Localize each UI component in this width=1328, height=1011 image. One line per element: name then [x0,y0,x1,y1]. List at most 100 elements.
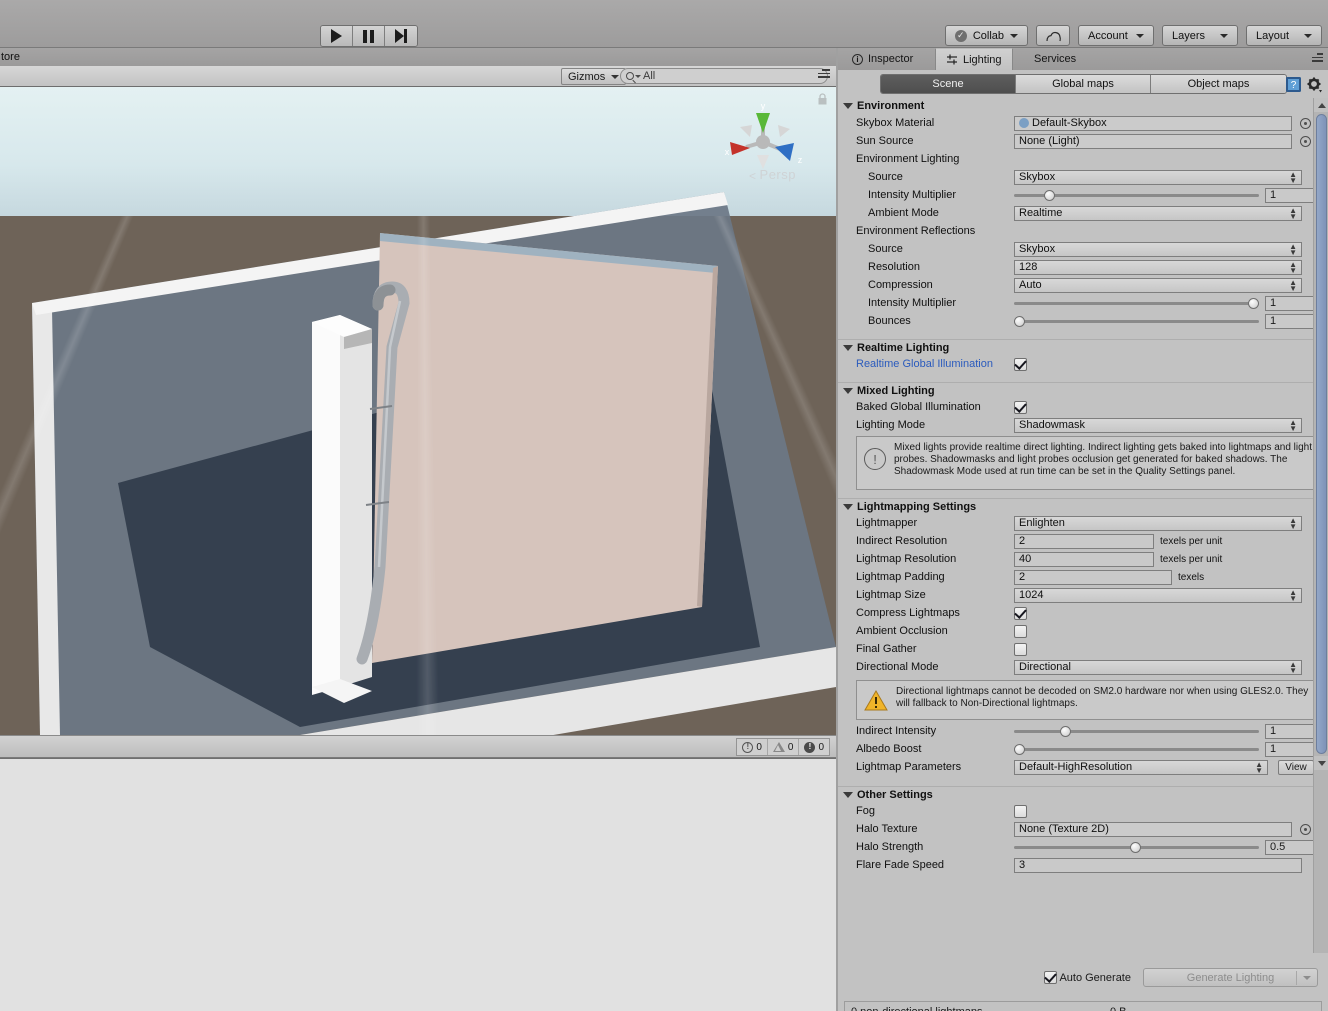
info-counter[interactable]: ! 0 [737,739,768,755]
row-realtime-gi: Realtime Global Illumination [838,355,1328,373]
projection-mode-label[interactable]: Persp [760,167,796,182]
sun-source-field[interactable]: None (Light) [1014,134,1292,149]
slider-knob[interactable] [1248,298,1259,309]
lightmap-parameters-dropdown[interactable]: Default-HighResolution ▲ ▼ [1014,760,1268,775]
directional-mode-dropdown[interactable]: Directional ▲ ▼ [1014,660,1302,675]
er-resolution-dropdown[interactable]: 128 ▲ ▼ [1014,260,1302,275]
scroll-up-button[interactable] [1314,98,1328,112]
mode-tab-scene[interactable]: Scene [881,75,1016,93]
clipped-tab-label[interactable]: tore [1,51,20,63]
generate-lighting-button[interactable]: Generate Lighting [1143,968,1318,987]
lightmap-parameters-view-button[interactable]: View [1278,760,1314,775]
skybox-material-picker-button[interactable] [1300,118,1311,129]
tab-lighting-label: Lighting [963,54,1002,66]
realtime-gi-checkbox[interactable] [1014,358,1027,371]
slider-knob[interactable] [1014,316,1025,327]
el-source-dropdown[interactable]: Skybox ▲ ▼ [1014,170,1302,185]
sun-source-picker-button[interactable] [1300,136,1311,147]
tab-services[interactable]: Services [1024,48,1086,70]
mode-tab-object-maps[interactable]: Object maps [1151,75,1286,93]
gizmos-dropdown[interactable]: Gizmos [561,68,626,85]
chevron-down-icon [1220,34,1228,38]
row-er-resolution: Resolution 128 ▲ ▼ [838,258,1328,276]
halo-texture-picker-button[interactable] [1300,824,1311,835]
albedo-boost-value[interactable]: 1 [1265,742,1320,757]
pause-button[interactable] [353,26,385,46]
section-other-settings[interactable]: Other Settings [838,786,1328,802]
play-button[interactable] [321,26,353,46]
updown-arrows-icon: ▲ ▼ [1289,662,1297,674]
sun-source-label: Sun Source [856,135,913,147]
ambient-occlusion-checkbox[interactable] [1014,625,1027,638]
inspector-scrollbar[interactable] [1313,98,1328,953]
tab-lighting[interactable]: Lighting [935,48,1013,70]
chevron-down-icon [843,792,853,798]
el-ambient-dropdown[interactable]: Realtime ▲ ▼ [1014,206,1302,221]
indirect-intensity-value[interactable]: 1 [1265,724,1320,739]
lighting-mode-dropdown[interactable]: Shadowmask ▲ ▼ [1014,418,1302,433]
er-intensity-value[interactable]: 1 [1265,296,1320,311]
scene-viewport[interactable]: y x z < Persp [0,87,836,735]
directional-mode-label: Directional Mode [856,661,939,673]
lightmap-resolution-input[interactable]: 40 [1014,552,1154,567]
halo-texture-field[interactable]: None (Texture 2D) [1014,822,1292,837]
el-intensity-slider[interactable] [1014,188,1259,203]
section-lightmapping[interactable]: Lightmapping Settings [838,498,1328,514]
scene-panel-menu-icon[interactable] [818,69,832,81]
baked-gi-checkbox[interactable] [1014,401,1027,414]
lightmap-size-dropdown[interactable]: 1024 ▲ ▼ [1014,588,1302,603]
flare-fade-input[interactable]: 3 [1014,858,1302,873]
error-counter[interactable]: ! 0 [799,739,829,755]
slider-knob[interactable] [1130,842,1141,853]
halo-strength-slider[interactable] [1014,840,1259,855]
auto-generate-checkbox[interactable] [1044,971,1057,984]
account-button[interactable]: Account [1078,25,1154,46]
skybox-material-field[interactable]: Default-Skybox [1014,116,1292,131]
albedo-boost-slider[interactable] [1014,742,1259,757]
halo-strength-value[interactable]: 0.5 [1265,840,1320,855]
help-book-icon[interactable]: ? [1285,76,1302,93]
el-intensity-value[interactable]: 1 [1265,188,1320,203]
warning-icon [773,742,785,752]
slider-knob[interactable] [1014,744,1025,755]
section-environment[interactable]: Environment [838,98,1328,114]
window-menu-icon[interactable] [1308,53,1324,65]
updown-arrows-icon: ▲ ▼ [1289,590,1297,602]
scrollbar-thumb[interactable] [1316,114,1327,754]
er-bounces-value[interactable]: 1 [1265,314,1320,329]
indirect-intensity-label: Indirect Intensity [856,725,936,737]
er-compression-dropdown[interactable]: Auto ▲ ▼ [1014,278,1302,293]
tab-inspector[interactable]: i Inspector [842,48,923,70]
lock-icon[interactable] [817,93,828,106]
slider-knob[interactable] [1060,726,1071,737]
layers-button[interactable]: Layers [1162,25,1238,46]
gear-icon[interactable] [1307,77,1323,93]
collab-button[interactable]: ✓ Collab [945,25,1028,46]
fog-checkbox[interactable] [1014,805,1027,818]
er-intensity-slider[interactable] [1014,296,1259,311]
indirect-resolution-input[interactable]: 2 [1014,534,1154,549]
section-mixed-lighting[interactable]: Mixed Lighting [838,382,1328,398]
er-bounces-slider[interactable] [1014,314,1259,329]
er-resolution-label: Resolution [868,261,920,273]
row-fog: Fog [838,802,1328,820]
lightmapper-value: Enlighten [1019,517,1065,529]
step-button[interactable] [385,26,417,46]
indirect-intensity-slider[interactable] [1014,724,1259,739]
info-icon: ! [864,448,886,470]
final-gather-checkbox[interactable] [1014,643,1027,656]
updown-arrows-icon: ▲ ▼ [1255,762,1263,774]
section-realtime-lighting[interactable]: Realtime Lighting [838,339,1328,355]
compress-lightmaps-checkbox[interactable] [1014,607,1027,620]
lightmap-parameters-label: Lightmap Parameters [856,761,961,773]
er-source-dropdown[interactable]: Skybox ▲ ▼ [1014,242,1302,257]
lightmap-padding-input[interactable]: 2 [1014,570,1172,585]
scroll-down-button[interactable] [1314,756,1328,770]
mode-tab-global-maps[interactable]: Global maps [1016,75,1151,93]
scene-search-input[interactable]: All [620,68,828,84]
warning-counter[interactable]: 0 [768,739,800,755]
layout-button[interactable]: Layout [1246,25,1322,46]
cloud-button[interactable] [1036,25,1070,46]
slider-knob[interactable] [1044,190,1055,201]
lightmapper-dropdown[interactable]: Enlighten ▲ ▼ [1014,516,1302,531]
